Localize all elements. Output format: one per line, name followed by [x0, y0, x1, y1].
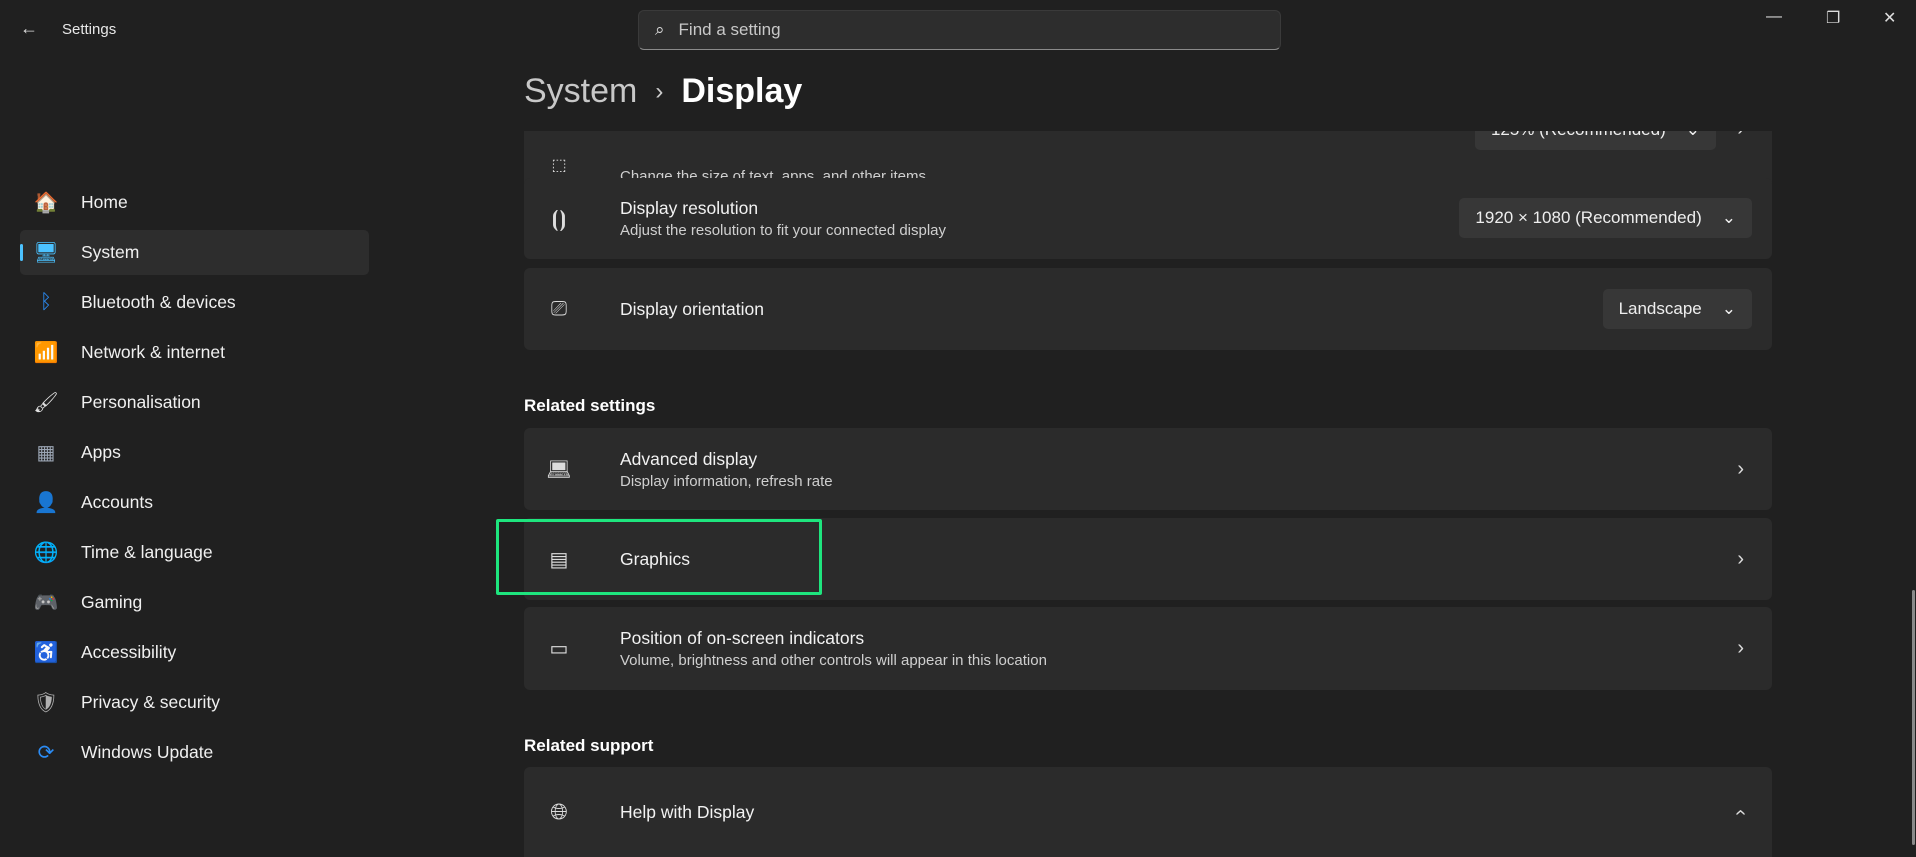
window-title: Settings: [62, 21, 117, 38]
windows-update-icon: ⟳: [37, 742, 55, 764]
sidebar-item-label: Privacy & security: [81, 692, 221, 712]
sidebar-item-time-language[interactable]: 🌐 Time & language: [20, 530, 369, 575]
sidebar-item-label: Network & internet: [81, 342, 225, 362]
globe-search-icon: 🌐︎: [550, 799, 568, 824]
sidebar-item-label: Time & language: [81, 542, 213, 562]
sidebar-item-label: Gaming: [81, 592, 143, 612]
search-placeholder: Find a setting: [678, 20, 781, 39]
sidebar-item-privacy-security[interactable]: 🛡 Privacy & security: [20, 680, 369, 725]
display-orientation-card: ⎚ Display orientation Landscape ⌄: [524, 268, 1772, 350]
laptop-icon: 💻︎: [546, 458, 572, 481]
privacy-security-icon: 🛡: [33, 692, 59, 714]
onscreen-indicators-card[interactable]: ▭ Position of on-screen indicators Volume…: [524, 607, 1772, 690]
sidebar-item-label: Apps: [81, 442, 121, 462]
sidebar-item-personalisation[interactable]: 🖌 Personalisation: [20, 380, 369, 425]
display-resolution-card: ⦗⦘ Display resolution Adjust the resoluti…: [524, 178, 1772, 259]
resolution-icon: ⦗⦘: [551, 205, 567, 231]
orientation-title: Display orientation: [620, 298, 764, 319]
sidebar-item-system[interactable]: 🖥 System: [20, 230, 369, 275]
advanced-display-subtitle: Display information, refresh rate: [620, 472, 833, 490]
highlight-box: [496, 519, 822, 595]
chevron-right-icon: ›: [1737, 637, 1744, 659]
advanced-display-card[interactable]: 💻︎ Advanced display Display information, …: [524, 428, 1772, 510]
orientation-value: Landscape: [1618, 299, 1702, 318]
accessibility-icon: ♿: [33, 642, 59, 664]
breadcrumb: System › Display: [524, 72, 802, 111]
sidebar-item-home[interactable]: 🏠 Home: [20, 180, 369, 225]
sidebar-item-gaming[interactable]: 🎮 Gaming: [20, 580, 369, 625]
chevron-down-icon: ⌄: [1721, 299, 1736, 318]
advanced-display-title: Advanced display: [620, 448, 758, 469]
system-icon: 🖥: [33, 242, 59, 264]
indicators-subtitle: Volume, brightness and other controls wi…: [620, 652, 1047, 669]
sidebar-item-network-internet[interactable]: 📶 Network & internet: [20, 330, 369, 375]
resolution-title: Display resolution: [620, 198, 759, 218]
sidebar-item-label: Accessibility: [81, 642, 177, 662]
gaming-icon: 🎮: [33, 592, 59, 614]
breadcrumb-system[interactable]: System: [524, 72, 637, 111]
selection-indicator: [20, 244, 23, 261]
sidebar-item-label: System: [81, 242, 140, 262]
related-support-heading: Related support: [524, 736, 654, 755]
sidebar-item-label: Bluetooth & devices: [81, 292, 236, 312]
sidebar-item-windows-update[interactable]: ⟳ Windows Update: [20, 730, 369, 775]
scrollbar[interactable]: [1912, 590, 1915, 845]
sidebar-item-label: Accounts: [81, 492, 153, 512]
page-title: Display: [681, 72, 803, 110]
time-language-icon: 🌐: [33, 542, 59, 564]
sidebar-item-apps[interactable]: ▦ Apps: [20, 430, 369, 475]
sidebar-item-accounts[interactable]: 👤 Accounts: [20, 480, 369, 525]
chevron-right-icon: ›: [1737, 457, 1744, 480]
bluetooth-devices-icon: ᛒ: [40, 291, 52, 313]
sidebar-item-label: Windows Update: [81, 742, 214, 762]
help-with-display-card[interactable]: 🌐︎ Help with Display ›: [524, 767, 1772, 857]
sidebar-item-label: Home: [81, 192, 128, 212]
back-button[interactable]: ←: [20, 18, 38, 39]
sidebar-item-bluetooth-devices[interactable]: ᛒ Bluetooth & devices: [20, 280, 369, 325]
scale-icon: ⬚: [551, 157, 567, 174]
resolution-dropdown[interactable]: 1920 × 1080 (Recommended) ⌄: [1459, 198, 1752, 238]
related-settings-heading: Related settings: [524, 396, 656, 415]
accounts-icon: 👤: [33, 492, 59, 514]
network-internet-icon: 📶: [33, 342, 59, 364]
resolution-subtitle: Adjust the resolution to fit your connec…: [620, 222, 947, 239]
indicator-icon: ▭: [549, 638, 569, 660]
help-title: Help with Display: [620, 801, 755, 822]
orientation-icon: ⎚: [551, 297, 567, 320]
minimize-button[interactable]: —: [1766, 8, 1782, 26]
restore-button[interactable]: ❐: [1826, 8, 1840, 28]
chevron-up-icon[interactable]: ›: [1729, 809, 1752, 816]
resolution-value: 1920 × 1080 (Recommended): [1475, 208, 1702, 227]
chevron-right-icon: ›: [655, 77, 664, 105]
apps-icon: ▦: [36, 442, 56, 464]
personalisation-icon: 🖌: [33, 392, 59, 414]
chevron-right-icon: ›: [1737, 547, 1744, 570]
indicators-title: Position of on-screen indicators: [620, 628, 865, 648]
search-input[interactable]: ⌕ Find a setting: [638, 10, 1281, 50]
search-icon: ⌕: [655, 20, 665, 39]
chevron-down-icon: ⌄: [1721, 208, 1736, 227]
close-button[interactable]: ✕: [1883, 8, 1896, 28]
orientation-dropdown[interactable]: Landscape ⌄: [1602, 289, 1752, 329]
home-icon: 🏠: [33, 192, 59, 214]
sidebar-item-accessibility[interactable]: ♿ Accessibility: [20, 630, 369, 675]
sidebar-item-label: Personalisation: [81, 392, 201, 412]
